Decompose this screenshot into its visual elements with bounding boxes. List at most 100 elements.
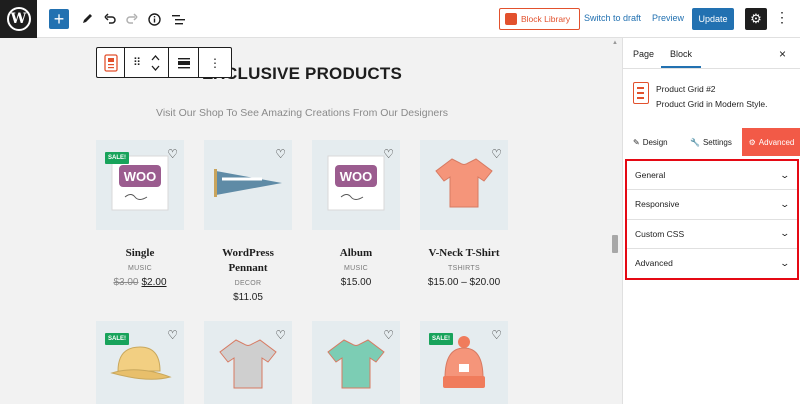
- gear-icon: ⚙: [748, 137, 756, 147]
- wishlist-heart-icon[interactable]: ♡: [491, 148, 502, 160]
- wishlist-heart-icon[interactable]: ♡: [383, 329, 394, 341]
- wishlist-heart-icon[interactable]: ♡: [275, 148, 286, 160]
- block-library-label: Block Library: [521, 14, 571, 24]
- redo-button[interactable]: [124, 7, 140, 31]
- wishlist-heart-icon[interactable]: ♡: [491, 329, 502, 341]
- wordpress-logo-button[interactable]: W: [0, 0, 37, 38]
- product-image[interactable]: ♡: [420, 140, 508, 230]
- product-name[interactable]: Album: [312, 246, 400, 261]
- edit-tool-button[interactable]: [79, 7, 95, 31]
- wishlist-heart-icon[interactable]: ♡: [275, 329, 286, 341]
- product-card[interactable]: ♡ V-Neck T-Shirt TSHIRTS $15.00 – $20.00: [420, 140, 508, 288]
- tshirt-icon: [434, 155, 494, 216]
- close-icon: ×: [779, 47, 787, 61]
- block-card: Product Grid #2 Product Grid in Modern S…: [633, 82, 793, 122]
- product-category[interactable]: MUSIC: [312, 265, 400, 272]
- product-card[interactable]: SALE! ♡: [420, 321, 508, 404]
- pencil-icon: [83, 14, 92, 23]
- block-type-button[interactable]: [97, 48, 125, 77]
- svg-text:WOO: WOO: [340, 169, 373, 184]
- add-block-button[interactable]: +: [49, 9, 69, 29]
- panel-custom-css[interactable]: Custom CSS ⌄: [627, 220, 797, 249]
- product-card[interactable]: SALE! ♡: [96, 321, 184, 404]
- block-options-button[interactable]: ⋮: [199, 48, 231, 77]
- product-image[interactable]: ♡: [312, 321, 400, 404]
- sale-badge: SALE!: [429, 333, 453, 345]
- undo-icon: [104, 13, 116, 24]
- block-library-button[interactable]: Block Library: [499, 8, 580, 30]
- product-category[interactable]: MUSIC: [96, 265, 184, 272]
- product-card[interactable]: ♡ WordPress Pennant DECOR $11.05: [204, 140, 292, 303]
- product-image[interactable]: ♡: [204, 321, 292, 404]
- block-settings-tabs: ✎ Design 🔧 Settings ⚙ Advanced: [623, 128, 800, 156]
- product-image[interactable]: SALE! ♡: [96, 321, 184, 404]
- product-image[interactable]: WOO SALE! ♡: [96, 140, 184, 230]
- sale-badge: SALE!: [105, 333, 129, 345]
- tab-settings-label: Settings: [702, 137, 732, 147]
- align-button[interactable]: [169, 48, 199, 77]
- block-toolbar: ⠿ ⋮: [96, 47, 232, 78]
- sidebar-tabs: Page Block ×: [623, 38, 800, 69]
- product-card[interactable]: WOO SALE! ♡ Single MUSIC $3.00 $2.00: [96, 140, 184, 288]
- wordpress-icon: W: [6, 7, 31, 31]
- switch-to-draft-button[interactable]: Switch to draft: [584, 13, 641, 23]
- product-grid-icon: [103, 53, 118, 72]
- tab-design-label: Design: [642, 137, 668, 147]
- details-button[interactable]: [146, 7, 162, 31]
- scroll-up-arrow-icon[interactable]: ▲: [612, 40, 618, 46]
- svg-text:WOO: WOO: [124, 169, 157, 184]
- more-options-button[interactable]: ⋮: [775, 9, 789, 26]
- tab-advanced-label: Advanced: [758, 137, 795, 147]
- list-view-button[interactable]: [170, 7, 186, 31]
- panel-general[interactable]: General ⌄: [627, 161, 797, 191]
- tab-block[interactable]: Block: [670, 49, 692, 59]
- product-name[interactable]: V-Neck T-Shirt: [420, 246, 508, 261]
- chevron-down-icon: ⌄: [779, 257, 791, 268]
- panel-responsive[interactable]: Responsive ⌄: [627, 190, 797, 220]
- product-image[interactable]: SALE! ♡: [420, 321, 508, 404]
- settings-button[interactable]: ⚙: [745, 8, 767, 30]
- shopping-bag-icon: [505, 13, 517, 25]
- tab-settings[interactable]: 🔧 Settings: [690, 128, 732, 156]
- product-image[interactable]: ♡: [204, 140, 292, 230]
- wishlist-heart-icon[interactable]: ♡: [383, 148, 394, 160]
- scroll-thumb[interactable]: [612, 235, 618, 253]
- close-sidebar-button[interactable]: ×: [779, 47, 786, 61]
- canvas-scrollbar[interactable]: ▲: [612, 40, 618, 404]
- product-price: $15.00 – $20.00: [427, 277, 501, 288]
- product-card[interactable]: WOO ♡ Album MUSIC $15.00: [312, 140, 400, 288]
- panel-advanced[interactable]: Advanced ⌄: [627, 249, 797, 278]
- product-name[interactable]: Single: [96, 246, 184, 261]
- wishlist-heart-icon[interactable]: ♡: [167, 148, 178, 160]
- editor-canvas: [0, 38, 622, 404]
- panel-advanced-label: Advanced: [635, 258, 673, 269]
- chevron-down-icon: ⌄: [779, 198, 791, 209]
- active-tab-indicator: [661, 66, 701, 68]
- align-wide-icon: [177, 57, 190, 68]
- sale-badge: SALE!: [105, 152, 129, 164]
- section-subheading: Visit Our Shop To See Amazing Creations …: [156, 107, 448, 119]
- chevron-down-icon: ⌄: [779, 169, 791, 180]
- tab-page[interactable]: Page: [633, 49, 654, 59]
- product-card[interactable]: ♡: [204, 321, 292, 404]
- product-name[interactable]: WordPress Pennant: [213, 246, 283, 276]
- tab-design[interactable]: ✎ Design: [633, 128, 668, 156]
- panel-responsive-label: Responsive: [635, 199, 680, 210]
- update-button[interactable]: Update: [692, 8, 734, 30]
- product-image[interactable]: WOO ♡: [312, 140, 400, 230]
- brush-icon: ✎: [633, 137, 640, 147]
- product-category[interactable]: DECOR: [204, 280, 292, 287]
- woo-album-icon: WOO: [325, 153, 387, 218]
- move-up-down-icon[interactable]: [151, 54, 160, 72]
- tab-advanced[interactable]: ⚙ Advanced: [742, 128, 800, 156]
- wrench-icon: 🔧: [690, 137, 700, 147]
- list-view-icon: [171, 14, 185, 24]
- drag-handle-icon[interactable]: ⠿: [133, 56, 141, 69]
- editor-top-bar: W + Block Library Switch to draft Previe…: [0, 0, 800, 38]
- wishlist-heart-icon[interactable]: ♡: [167, 329, 178, 341]
- undo-button[interactable]: [102, 7, 118, 31]
- vertical-ellipsis-icon: ⋮: [775, 9, 789, 25]
- preview-button[interactable]: Preview: [652, 13, 684, 23]
- product-category[interactable]: TSHIRTS: [420, 265, 508, 272]
- product-card[interactable]: ♡: [312, 321, 400, 404]
